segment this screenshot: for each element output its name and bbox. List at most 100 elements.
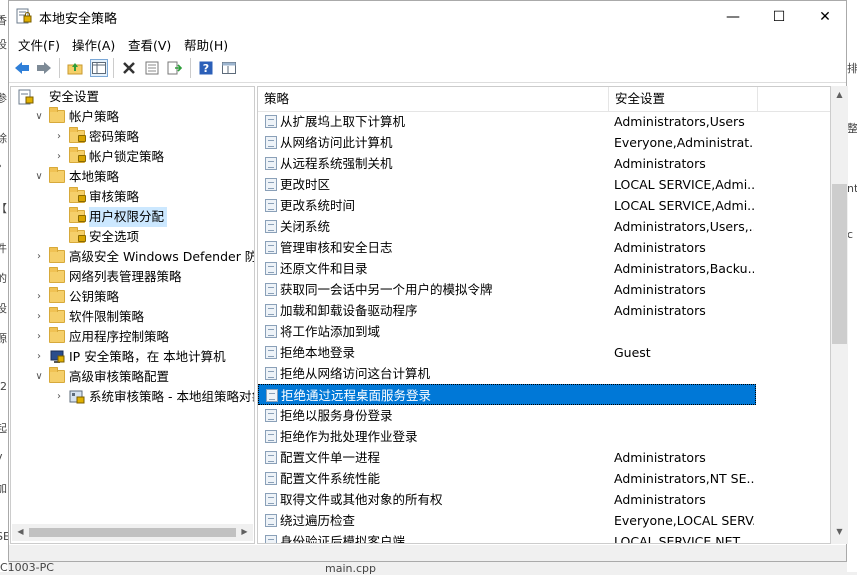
- security-policy-icon: [16, 8, 32, 24]
- policy-row[interactable]: 从远程系统强制关机 Administrators: [258, 153, 756, 174]
- policy-row[interactable]: 拒绝以服务身份登录: [258, 405, 756, 426]
- policy-icon: [265, 409, 277, 422]
- close-button[interactable]: ✕: [802, 1, 848, 32]
- tree-node[interactable]: 审核策略: [11, 187, 254, 207]
- scrollbar-thumb[interactable]: [832, 184, 847, 344]
- policy-name: 拒绝以服务身份登录: [280, 408, 393, 423]
- policy-row[interactable]: 获取同一会话中另一个用户的模拟令牌 Administrators: [258, 279, 756, 300]
- tree-node[interactable]: › 应用程序控制策略: [11, 327, 254, 347]
- navigation-tree[interactable]: 安全设置 ∨ 帐户策略 › 密码策略 › 帐户锁定策略 ∨ 本地策略 审核策略 用户权限分配 安全选项…: [10, 86, 255, 544]
- policy-row[interactable]: 将工作站添加到域: [258, 321, 756, 342]
- chevron-down-icon[interactable]: ∨: [34, 167, 44, 187]
- tree-node[interactable]: › 帐户锁定策略: [11, 147, 254, 167]
- tree-node[interactable]: › 软件限制策略: [11, 307, 254, 327]
- policy-row[interactable]: 拒绝通过远程桌面服务登录: [258, 384, 756, 405]
- policy-row[interactable]: 配置文件单一进程 Administrators: [258, 447, 756, 468]
- back-arrow-icon[interactable]: [13, 59, 31, 77]
- toolbar-separator: [59, 58, 60, 78]
- menu-view[interactable]: 查看(V): [128, 35, 171, 54]
- background-text-fragment: 参: [0, 92, 7, 105]
- policy-icon: [265, 514, 277, 527]
- policy-icon: [266, 389, 278, 402]
- chevron-right-icon[interactable]: ›: [34, 347, 44, 367]
- policy-row[interactable]: 身份验证后模拟客户端 LOCAL SERVICE,NET...: [258, 531, 756, 544]
- toolbar: ?: [9, 54, 846, 83]
- tree-node[interactable]: 安全选项: [11, 227, 254, 247]
- chevron-right-icon[interactable]: ›: [54, 387, 64, 407]
- chevron-right-icon[interactable]: ›: [54, 127, 64, 147]
- policy-list[interactable]: 策略 ˄ 安全设置 从扩展坞上取下计算机 Administrators,Users…: [257, 86, 831, 544]
- chevron-right-icon[interactable]: ›: [34, 307, 44, 327]
- title-bar[interactable]: 本地安全策略 — ☐ ✕: [9, 1, 846, 32]
- forward-arrow-icon[interactable]: [35, 59, 53, 77]
- tree-node[interactable]: 网络列表管理器策略: [11, 267, 254, 287]
- background-text-fragment: 除: [0, 132, 7, 145]
- tree-node[interactable]: ∨ 高级审核策略配置: [11, 367, 254, 387]
- maximize-button[interactable]: ☐: [756, 1, 802, 32]
- scroll-down-icon[interactable]: ▼: [831, 527, 848, 536]
- policy-row[interactable]: 拒绝本地登录 Guest: [258, 342, 756, 363]
- scroll-right-icon[interactable]: ▶: [236, 527, 253, 536]
- help-icon[interactable]: ?: [197, 59, 215, 77]
- menu-action[interactable]: 操作(A): [72, 35, 115, 54]
- folder-icon: [49, 267, 65, 283]
- policy-row[interactable]: 拒绝作为批处理作业登录: [258, 426, 756, 447]
- tree-horizontal-scrollbar[interactable]: ◀ ▶: [12, 524, 253, 541]
- security-setting-value: Administrators: [614, 303, 706, 318]
- policy-row[interactable]: 从扩展坞上取下计算机 Administrators,Users: [258, 111, 756, 132]
- view-icon[interactable]: [220, 59, 238, 77]
- folder-icon: [69, 127, 86, 143]
- tree-node-label: IP 安全策略，在 本地计算机: [69, 349, 226, 364]
- properties-icon[interactable]: [143, 59, 161, 77]
- policy-row[interactable]: 还原文件和目录 Administrators,Backu...: [258, 258, 756, 279]
- policy-row[interactable]: 更改时区 LOCAL SERVICE,Admi...: [258, 174, 756, 195]
- security-setting-value: LOCAL SERVICE,NET...: [614, 534, 751, 544]
- delete-icon[interactable]: [120, 59, 138, 77]
- tree-node[interactable]: › 密码策略: [11, 127, 254, 147]
- background-left-strip: 香设参除•【件的设源-2起v加SE: [0, 0, 8, 572]
- column-divider[interactable]: [757, 87, 758, 111]
- scrollbar-thumb[interactable]: [29, 528, 236, 537]
- tree-node[interactable]: › 系统审核策略 - 本地组策略对象: [11, 387, 254, 407]
- chevron-right-icon[interactable]: ›: [54, 147, 64, 167]
- chevron-right-icon[interactable]: ›: [34, 327, 44, 347]
- background-text-fragment: •: [0, 160, 3, 173]
- scroll-left-icon[interactable]: ◀: [12, 527, 29, 536]
- policy-name: 配置文件系统性能: [280, 471, 381, 486]
- tree-node[interactable]: ∨ 帐户策略: [11, 107, 254, 127]
- policy-row[interactable]: 从网络访问此计算机 Everyone,Administrat...: [258, 132, 756, 153]
- chevron-right-icon[interactable]: ›: [34, 287, 44, 307]
- export-icon[interactable]: [166, 59, 184, 77]
- column-header-setting[interactable]: 安全设置: [609, 87, 757, 111]
- policy-row[interactable]: 绕过遍历检查 Everyone,LOCAL SERV...: [258, 510, 756, 531]
- policy-row[interactable]: 拒绝从网络访问这台计算机: [258, 363, 756, 384]
- security-setting-value: Administrators: [614, 240, 706, 255]
- policy-row[interactable]: 更改系统时间 LOCAL SERVICE,Admi...: [258, 195, 756, 216]
- tree-node[interactable]: › IP 安全策略，在 本地计算机: [11, 347, 254, 367]
- tree-node[interactable]: ∨ 本地策略: [11, 167, 254, 187]
- chevron-down-icon[interactable]: ∨: [34, 107, 44, 127]
- tree-node[interactable]: 用户权限分配: [11, 207, 254, 227]
- tree-node[interactable]: › 高级安全 Windows Defender 防火墙: [11, 247, 254, 267]
- policy-row[interactable]: 配置文件系统性能 Administrators,NT SE...: [258, 468, 756, 489]
- policy-row[interactable]: 加载和卸载设备驱动程序 Administrators: [258, 300, 756, 321]
- policy-name: 拒绝通过远程桌面服务登录: [281, 388, 432, 403]
- policy-icon: [265, 430, 277, 443]
- tree-node[interactable]: › 公钥策略: [11, 287, 254, 307]
- minimize-button[interactable]: —: [710, 1, 756, 32]
- list-vertical-scrollbar[interactable]: ▲ ▼: [831, 86, 848, 544]
- chevron-down-icon[interactable]: ∨: [34, 367, 44, 387]
- chevron-right-icon[interactable]: ›: [34, 247, 44, 267]
- tree-node[interactable]: 安全设置: [11, 87, 254, 107]
- folder-icon: [49, 327, 65, 343]
- policy-row[interactable]: 取得文件或其他对象的所有权 Administrators: [258, 489, 756, 510]
- show-tree-icon[interactable]: [90, 59, 108, 77]
- policy-row[interactable]: 管理审核和安全日志 Administrators: [258, 237, 756, 258]
- background-text-fragment: 件: [0, 242, 7, 255]
- scroll-up-icon[interactable]: ▲: [831, 90, 848, 99]
- menu-file[interactable]: 文件(F): [18, 35, 60, 54]
- policy-row[interactable]: 关闭系统 Administrators,Users,...: [258, 216, 756, 237]
- policy-name: 拒绝本地登录: [280, 345, 356, 360]
- menu-help[interactable]: 帮助(H): [184, 35, 228, 54]
- up-folder-icon[interactable]: [66, 59, 84, 77]
